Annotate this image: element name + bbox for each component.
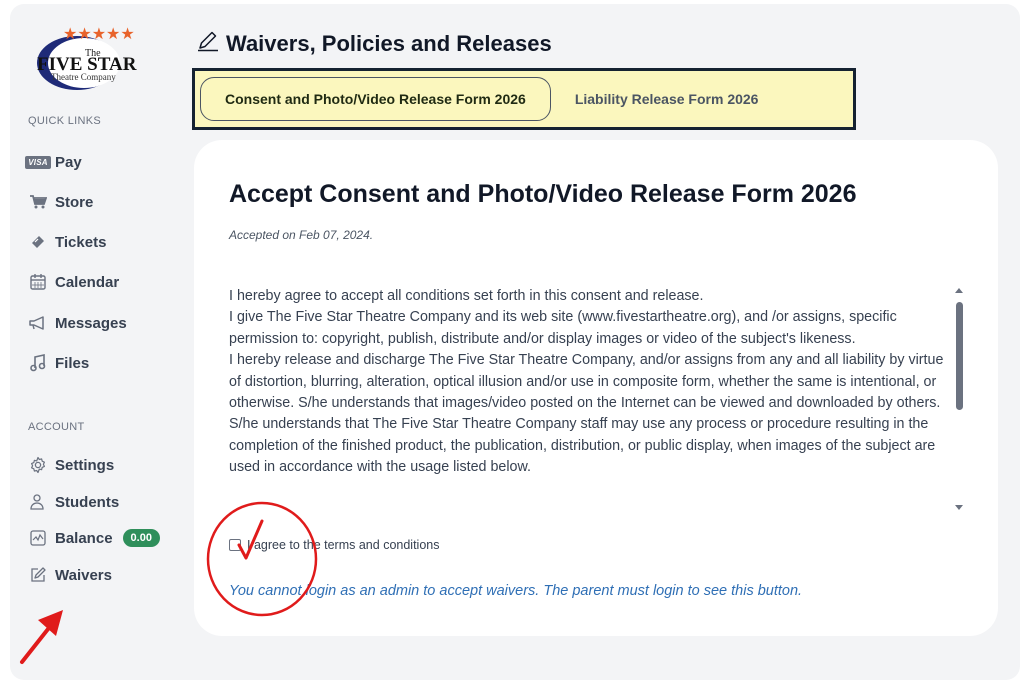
- sidebar-item-store[interactable]: Store: [28, 190, 93, 214]
- sidebar-item-label: Balance: [55, 529, 113, 547]
- edit-icon: [28, 565, 48, 585]
- sidebar-item-label: Students: [55, 493, 120, 511]
- music-note-icon: [28, 353, 48, 373]
- sidebar-item-settings[interactable]: Settings: [28, 453, 114, 477]
- waiver-tabs: Consent and Photo/Video Release Form 202…: [192, 68, 856, 130]
- sidebar-item-files[interactable]: Files: [28, 351, 89, 375]
- pencil-icon: [194, 30, 220, 58]
- waiver-title: Accept Consent and Photo/Video Release F…: [229, 180, 857, 208]
- tab-liability-release[interactable]: Liability Release Form 2026: [551, 77, 783, 121]
- tab-consent-photo-video[interactable]: Consent and Photo/Video Release Form 202…: [200, 77, 551, 121]
- admin-note: You cannot login as an admin to accept w…: [229, 583, 803, 599]
- quick-links-heading: QUICK LINKS: [28, 115, 101, 127]
- agree-label: I agree to the terms and conditions: [247, 538, 440, 552]
- terms-paragraph: I give The Five Star Theatre Company and…: [229, 309, 897, 347]
- users-icon: [28, 492, 48, 512]
- account-heading: ACCOUNT: [28, 421, 85, 433]
- page-title-text: Waivers, Policies and Releases: [226, 31, 552, 56]
- megaphone-icon: [28, 313, 48, 333]
- terms-paragraph: I hereby agree to accept all conditions …: [229, 288, 704, 304]
- sidebar-item-label: Settings: [55, 456, 115, 474]
- visa-card-icon: VISA: [25, 152, 51, 172]
- terms-text[interactable]: I hereby agree to accept all conditions …: [229, 286, 954, 508]
- sidebar-item-waivers[interactable]: Waivers: [28, 563, 112, 587]
- sidebar-item-label: Calendar: [55, 273, 120, 291]
- sidebar-item-label: Waivers: [55, 566, 112, 584]
- calendar-icon: [28, 272, 48, 292]
- sidebar-item-students[interactable]: Students: [28, 490, 119, 514]
- waiver-card: Accept Consent and Photo/Video Release F…: [194, 140, 998, 636]
- scroll-up-arrow-icon[interactable]: [955, 288, 963, 293]
- sidebar-item-calendar[interactable]: Calendar: [28, 270, 119, 294]
- sidebar-item-label: Files: [55, 354, 90, 372]
- page-title: Waivers, Policies and Releases: [194, 30, 552, 58]
- balance-badge: 0.00: [122, 529, 160, 547]
- sidebar-item-messages[interactable]: Messages: [28, 311, 127, 335]
- accepted-date: Accepted on Feb 07, 2024.: [229, 228, 374, 242]
- chart-icon: [28, 528, 48, 548]
- scroll-thumb[interactable]: [956, 302, 963, 410]
- sidebar-item-tickets[interactable]: Tickets: [28, 230, 106, 254]
- logo-subtitle: Theatre Company: [51, 72, 116, 82]
- scroll-down-arrow-icon[interactable]: [955, 505, 963, 510]
- ticket-icon: [28, 232, 48, 252]
- sidebar-item-label: Store: [55, 193, 94, 211]
- gear-icon: [28, 455, 48, 475]
- sidebar-item-pay[interactable]: VISA Pay: [25, 150, 82, 174]
- sidebar-item-label: Pay: [55, 153, 82, 171]
- logo-stars: ★★★★★: [63, 24, 135, 43]
- sidebar-item-label: Messages: [55, 314, 127, 332]
- sidebar-item-label: Tickets: [55, 233, 107, 251]
- terms-scrollbar[interactable]: [953, 286, 965, 512]
- company-logo[interactable]: The FIVE STAR Theatre Company ★★★★★: [27, 18, 157, 98]
- agree-checkbox[interactable]: [229, 539, 241, 551]
- agree-terms[interactable]: I agree to the terms and conditions: [229, 538, 439, 552]
- terms-paragraph: I hereby release and discharge The Five …: [229, 352, 944, 476]
- cart-icon: [28, 192, 48, 212]
- sidebar-item-balance[interactable]: Balance 0.00: [28, 526, 160, 550]
